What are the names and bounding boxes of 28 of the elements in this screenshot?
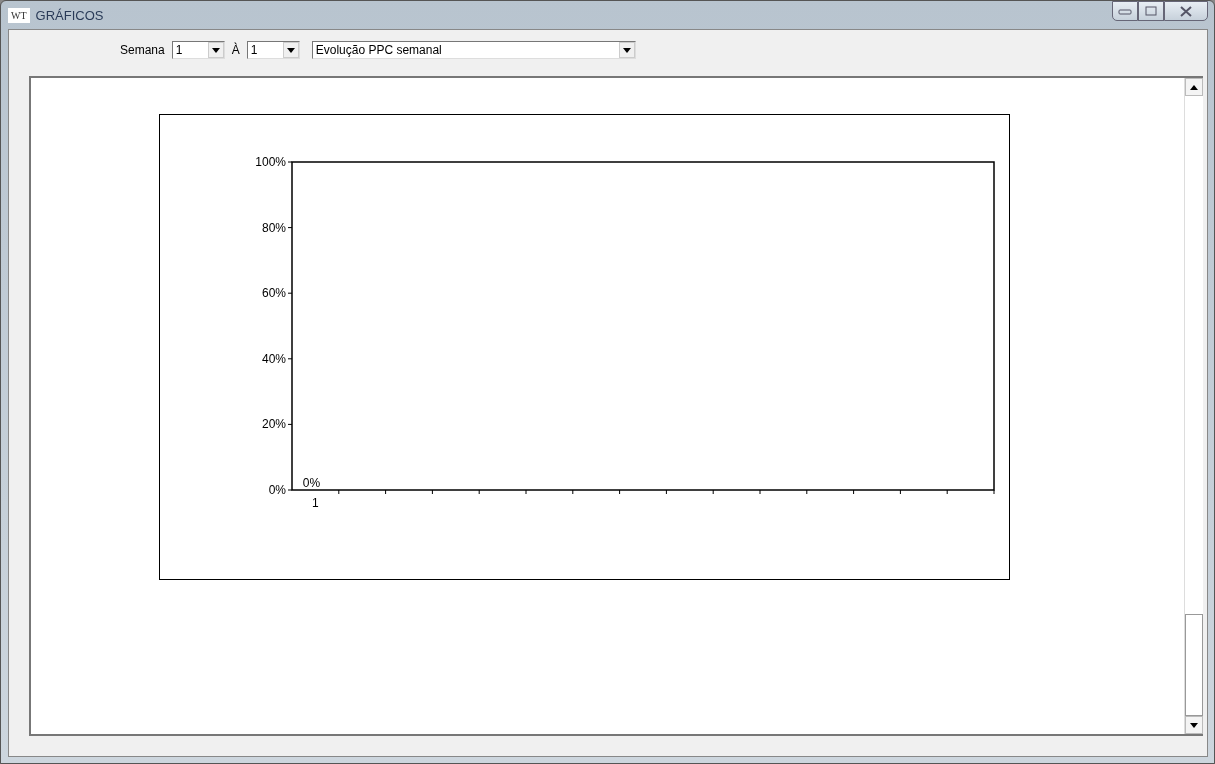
week-from-dropdown[interactable]: 1 (171, 41, 225, 59)
scroll-down-icon (1190, 722, 1198, 728)
data-label: 0% (302, 476, 321, 490)
window-title: GRÁFICOS (35, 7, 104, 23)
close-button[interactable] (1164, 1, 1208, 21)
week-label: Semana (120, 43, 165, 57)
dropdown-arrow-icon (286, 47, 295, 53)
y-tick-label: 80% (261, 220, 286, 235)
close-icon (1180, 5, 1192, 17)
minimize-icon (1118, 7, 1132, 15)
y-tick-label: 100% (255, 155, 286, 169)
scrollbar-thumb[interactable] (1185, 614, 1203, 716)
chart-type-dropdown[interactable]: Evolução PPC semanal (311, 41, 636, 59)
y-tick-label: 60% (261, 286, 286, 301)
maximize-button[interactable] (1138, 1, 1164, 21)
dropdown-arrow-icon (622, 47, 631, 53)
app-logo: WT (8, 7, 30, 23)
y-tick-label: 0% (268, 483, 286, 497)
vertical-scrollbar[interactable] (1184, 78, 1203, 734)
dropdown-arrow-icon (211, 47, 220, 53)
y-tick-label: 40% (261, 351, 286, 366)
y-tick-label: 20% (261, 417, 286, 432)
week-to-dropdown[interactable]: 1 (246, 41, 300, 59)
minimize-button[interactable] (1112, 1, 1138, 21)
maximize-icon (1145, 6, 1157, 16)
scroll-up-icon (1190, 84, 1198, 90)
x-tick-label: 1 (312, 496, 319, 510)
to-label: À (231, 43, 240, 57)
